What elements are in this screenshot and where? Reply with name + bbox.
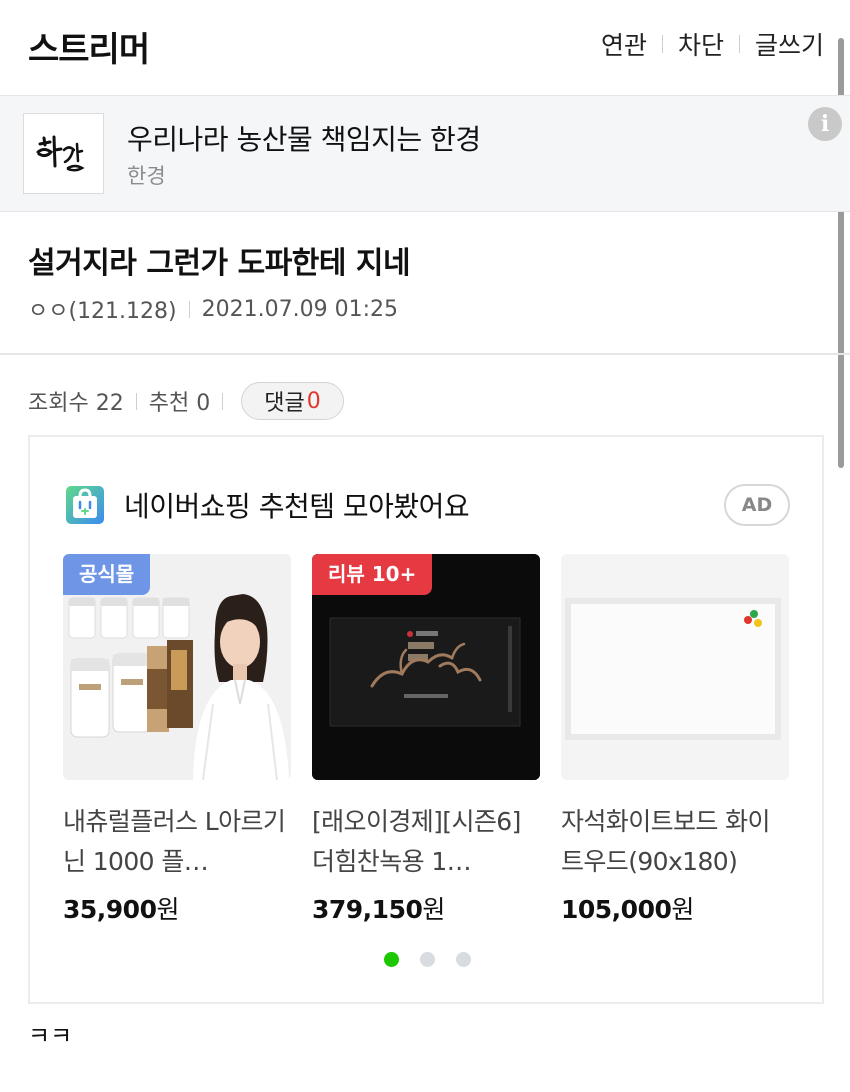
product-name[interactable]: 자석화이트보드 화이트우드(90x180) <box>561 802 789 882</box>
product-price: 35,900원 <box>63 890 291 926</box>
product-name[interactable]: [래오이경제][시즌6] 더힘찬녹용 1… <box>312 802 540 882</box>
write-link[interactable]: 글쓰기 <box>755 26 824 62</box>
view-count: 조회수 22 <box>28 391 124 416</box>
comment-button[interactable]: 댓글 0 <box>241 382 344 420</box>
product-image[interactable]: 리뷰 10+ <box>312 554 540 780</box>
official-store-badge: 공식몰 <box>63 554 151 595</box>
stats-divider <box>135 392 137 410</box>
block-link[interactable]: 차단 <box>678 26 724 62</box>
naver-shopping-icon <box>66 486 104 524</box>
post-title: 설거지라 그런가 도파한테 지네 <box>28 246 411 281</box>
sponsor-banner[interactable]: 우리나라 농산물 책임지는 한경 한경 <box>0 95 850 212</box>
product-price: 105,000원 <box>561 890 789 926</box>
product-image[interactable] <box>561 554 789 780</box>
price-currency: 원 <box>422 895 445 924</box>
post-datetime: 2021.07.09 01:25 <box>201 296 398 322</box>
product-card[interactable]: 자석화이트보드 화이트우드(90x180) 105,000원 <box>561 554 789 926</box>
related-link[interactable]: 연관 <box>601 26 647 62</box>
whiteboard-image <box>561 554 789 780</box>
product-price: 379,150원 <box>312 890 540 926</box>
meta-divider <box>188 300 190 318</box>
post-author[interactable]: ㅇㅇ(121.128) <box>28 293 177 325</box>
stats-divider <box>222 392 224 410</box>
sponsor-subtitle: 한경 <box>127 164 166 188</box>
price-value: 379,150 <box>312 895 423 924</box>
post-meta: ㅇㅇ(121.128) 2021.07.09 01:25 <box>28 293 398 325</box>
carousel-indicator <box>384 952 492 967</box>
product-card[interactable]: 공식몰 내츄럴플러스 L아르기닌 1000 플… 35,900원 <box>63 554 291 926</box>
review-badge: 리뷰 10+ <box>312 554 433 595</box>
board-title[interactable]: 스트리머 <box>28 22 150 71</box>
nav-divider <box>738 35 740 53</box>
comment-count: 0 <box>306 388 321 414</box>
calligraphy-logo-icon <box>36 135 85 172</box>
ad-title: 네이버쇼핑 추천템 모아봤어요 <box>124 490 470 523</box>
product-card[interactable]: 리뷰 10+ [래오이경제][시즌6] 더힘찬녹용 1… 379,150원 <box>312 554 540 926</box>
post-body: ㅋㅋ <box>28 1022 73 1050</box>
shopping-ad-box: 네이버쇼핑 추천템 모아봤어요 AD 공식몰 내츄럴플러스 L아르기닌 1000… <box>28 435 824 1004</box>
post-stats: 조회수 22 추천 0 댓글 0 <box>28 382 344 420</box>
carousel-dot-active[interactable] <box>384 952 399 967</box>
carousel-dot[interactable] <box>420 952 435 967</box>
price-currency: 원 <box>156 895 179 924</box>
comment-label: 댓글 <box>264 391 305 416</box>
ad-badge[interactable]: AD <box>724 484 790 526</box>
sponsor-title[interactable]: 우리나라 농산물 책임지는 한경 <box>127 118 481 158</box>
price-value: 35,900 <box>63 895 157 924</box>
nav-divider <box>661 35 663 53</box>
price-currency: 원 <box>671 895 694 924</box>
product-name[interactable]: 내츄럴플러스 L아르기닌 1000 플… <box>63 802 291 882</box>
product-image[interactable]: 공식몰 <box>63 554 291 780</box>
carousel-dot[interactable] <box>456 952 471 967</box>
price-value: 105,000 <box>561 895 672 924</box>
recommend-count: 추천 0 <box>148 391 211 416</box>
sponsor-logo <box>23 113 104 194</box>
info-icon[interactable]: i <box>808 107 842 141</box>
board-header: 스트리머 연관 차단 글쓰기 <box>0 0 850 95</box>
section-divider <box>0 353 850 355</box>
header-nav: 연관 차단 글쓰기 <box>601 26 824 62</box>
